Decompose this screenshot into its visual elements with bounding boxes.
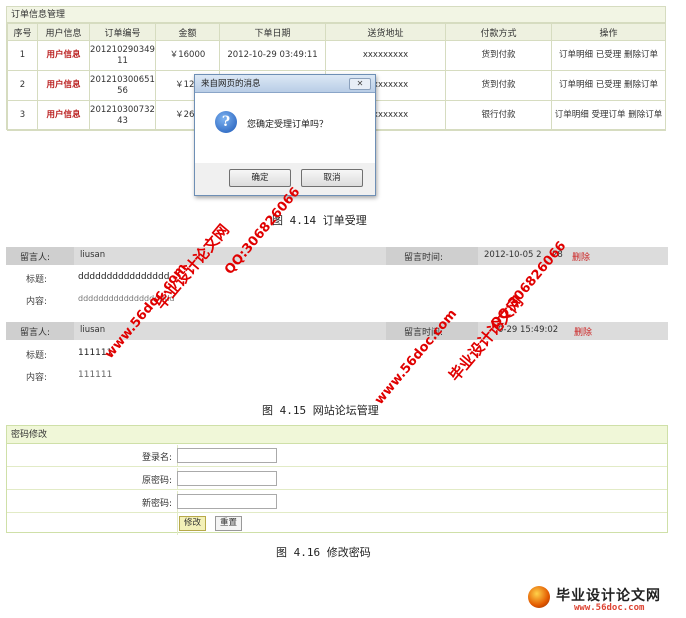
poster-name: liusan [80, 325, 106, 335]
cancel-button[interactable]: 取消 [301, 169, 363, 187]
new-password-row: 新密码: [7, 491, 667, 513]
order-date: 2012-10-29 03:49:11 [219, 40, 326, 71]
login-name-input[interactable] [177, 448, 277, 463]
col-header-user: 用户信息 [37, 23, 90, 41]
question-icon: ? [215, 111, 237, 133]
new-password-input[interactable] [177, 494, 277, 509]
login-name-label: 登录名: [141, 453, 172, 463]
payment-method: 银行付款 [445, 100, 552, 131]
old-password-row: 原密码: [7, 468, 667, 490]
poster-name: liusan [80, 250, 106, 260]
forum-post-header: 留言人: liusan 留言时间: 2012-10-05 2 28 删除 [6, 247, 668, 265]
logo-sphere-icon [528, 586, 550, 608]
post-content: 111111 [78, 370, 113, 380]
order-actions[interactable]: 订单明细 已受理 删除订单 [551, 40, 666, 71]
user-info-link[interactable]: 用户信息 [37, 40, 90, 71]
order-actions[interactable]: 订单明细 已受理 删除订单 [551, 70, 666, 101]
address: xxxxxxxxx [325, 40, 446, 71]
order-id: 20121030073243 [89, 100, 156, 131]
post-title: dddddddddddddddd [78, 272, 170, 282]
poster-label: 留言人: [20, 253, 51, 263]
old-password-input[interactable] [177, 471, 277, 486]
logo-url: www.56doc.com [574, 603, 645, 613]
dialog-titlebar[interactable]: 来自网页的消息 ✕ [195, 75, 375, 93]
order-actions[interactable]: 订单明细 受理订单 删除订单 [551, 100, 666, 131]
form-buttons-row: 修改 重置 [7, 513, 667, 535]
old-password-label: 原密码: [141, 476, 172, 486]
new-password-label: 新密码: [141, 499, 172, 509]
delete-link[interactable]: 删除 [572, 250, 590, 263]
login-name-row: 登录名: [7, 445, 667, 467]
password-panel-title: 密码修改 [7, 426, 667, 444]
payment-method: 货到付款 [445, 40, 552, 71]
dialog-message: 您确定受理订单吗？ [247, 120, 329, 130]
ok-button[interactable]: 确定 [229, 169, 291, 187]
col-header-date: 下单日期 [219, 23, 326, 41]
close-icon[interactable]: ✕ [349, 78, 371, 90]
col-header-no: 序号 [7, 23, 38, 41]
col-header-payment: 付款方式 [445, 23, 552, 41]
order-id: 20121030065156 [89, 70, 156, 101]
dialog-body: ? 您确定受理订单吗？ [195, 93, 375, 163]
order-table-header: 序号 用户信息 订单编号 金额 下单日期 送货地址 付款方式 操作 [7, 23, 666, 41]
row-no: 2 [7, 70, 38, 101]
poster-label: 留言人: [20, 328, 51, 338]
row-no: 1 [7, 40, 38, 71]
password-change-panel: 密码修改 登录名: 原密码: 新密码: 修改 重置 [6, 425, 668, 535]
caption-fig15: 图 4.15 网站论坛管理 [262, 404, 379, 417]
forum-post-header: 留言人: liusan 留言时间: 0-29 15:49:02 删除 [6, 322, 668, 340]
title-label: 标题: [26, 275, 48, 285]
payment-method: 货到付款 [445, 70, 552, 101]
col-header-amount: 金额 [155, 23, 220, 41]
title-label: 标题: [26, 351, 48, 361]
content-label: 内容: [26, 373, 48, 383]
reset-button[interactable]: 重置 [215, 516, 243, 531]
post-time: 2012-10-05 2 [484, 250, 542, 260]
time-label: 留言时间: [404, 253, 444, 263]
user-info-link[interactable]: 用户信息 [37, 100, 90, 131]
caption-fig16: 图 4.16 修改密码 [276, 546, 371, 559]
divider [177, 513, 178, 535]
logo-title: 毕业设计论文网 [556, 588, 661, 604]
dialog-title: 来自网页的消息 [201, 79, 261, 89]
order-panel-title: 订单信息管理 [7, 7, 665, 23]
table-row: 1 用户信息 20121029034911 ￥16000 2012-10-29 … [7, 40, 666, 71]
submit-button[interactable]: 修改 [179, 516, 207, 531]
content-label: 内容: [26, 297, 48, 307]
row-no: 3 [7, 100, 38, 131]
col-header-address: 送货地址 [325, 23, 446, 41]
delete-link[interactable]: 删除 [574, 325, 592, 338]
amount: ￥16000 [155, 40, 220, 71]
confirm-dialog: 来自网页的消息 ✕ ? 您确定受理订单吗？ 确定 取消 [194, 74, 376, 196]
col-header-actions: 操作 [551, 23, 666, 41]
col-header-order-id: 订单编号 [89, 23, 156, 41]
user-info-link[interactable]: 用户信息 [37, 70, 90, 101]
order-id: 20121029034911 [89, 40, 156, 71]
